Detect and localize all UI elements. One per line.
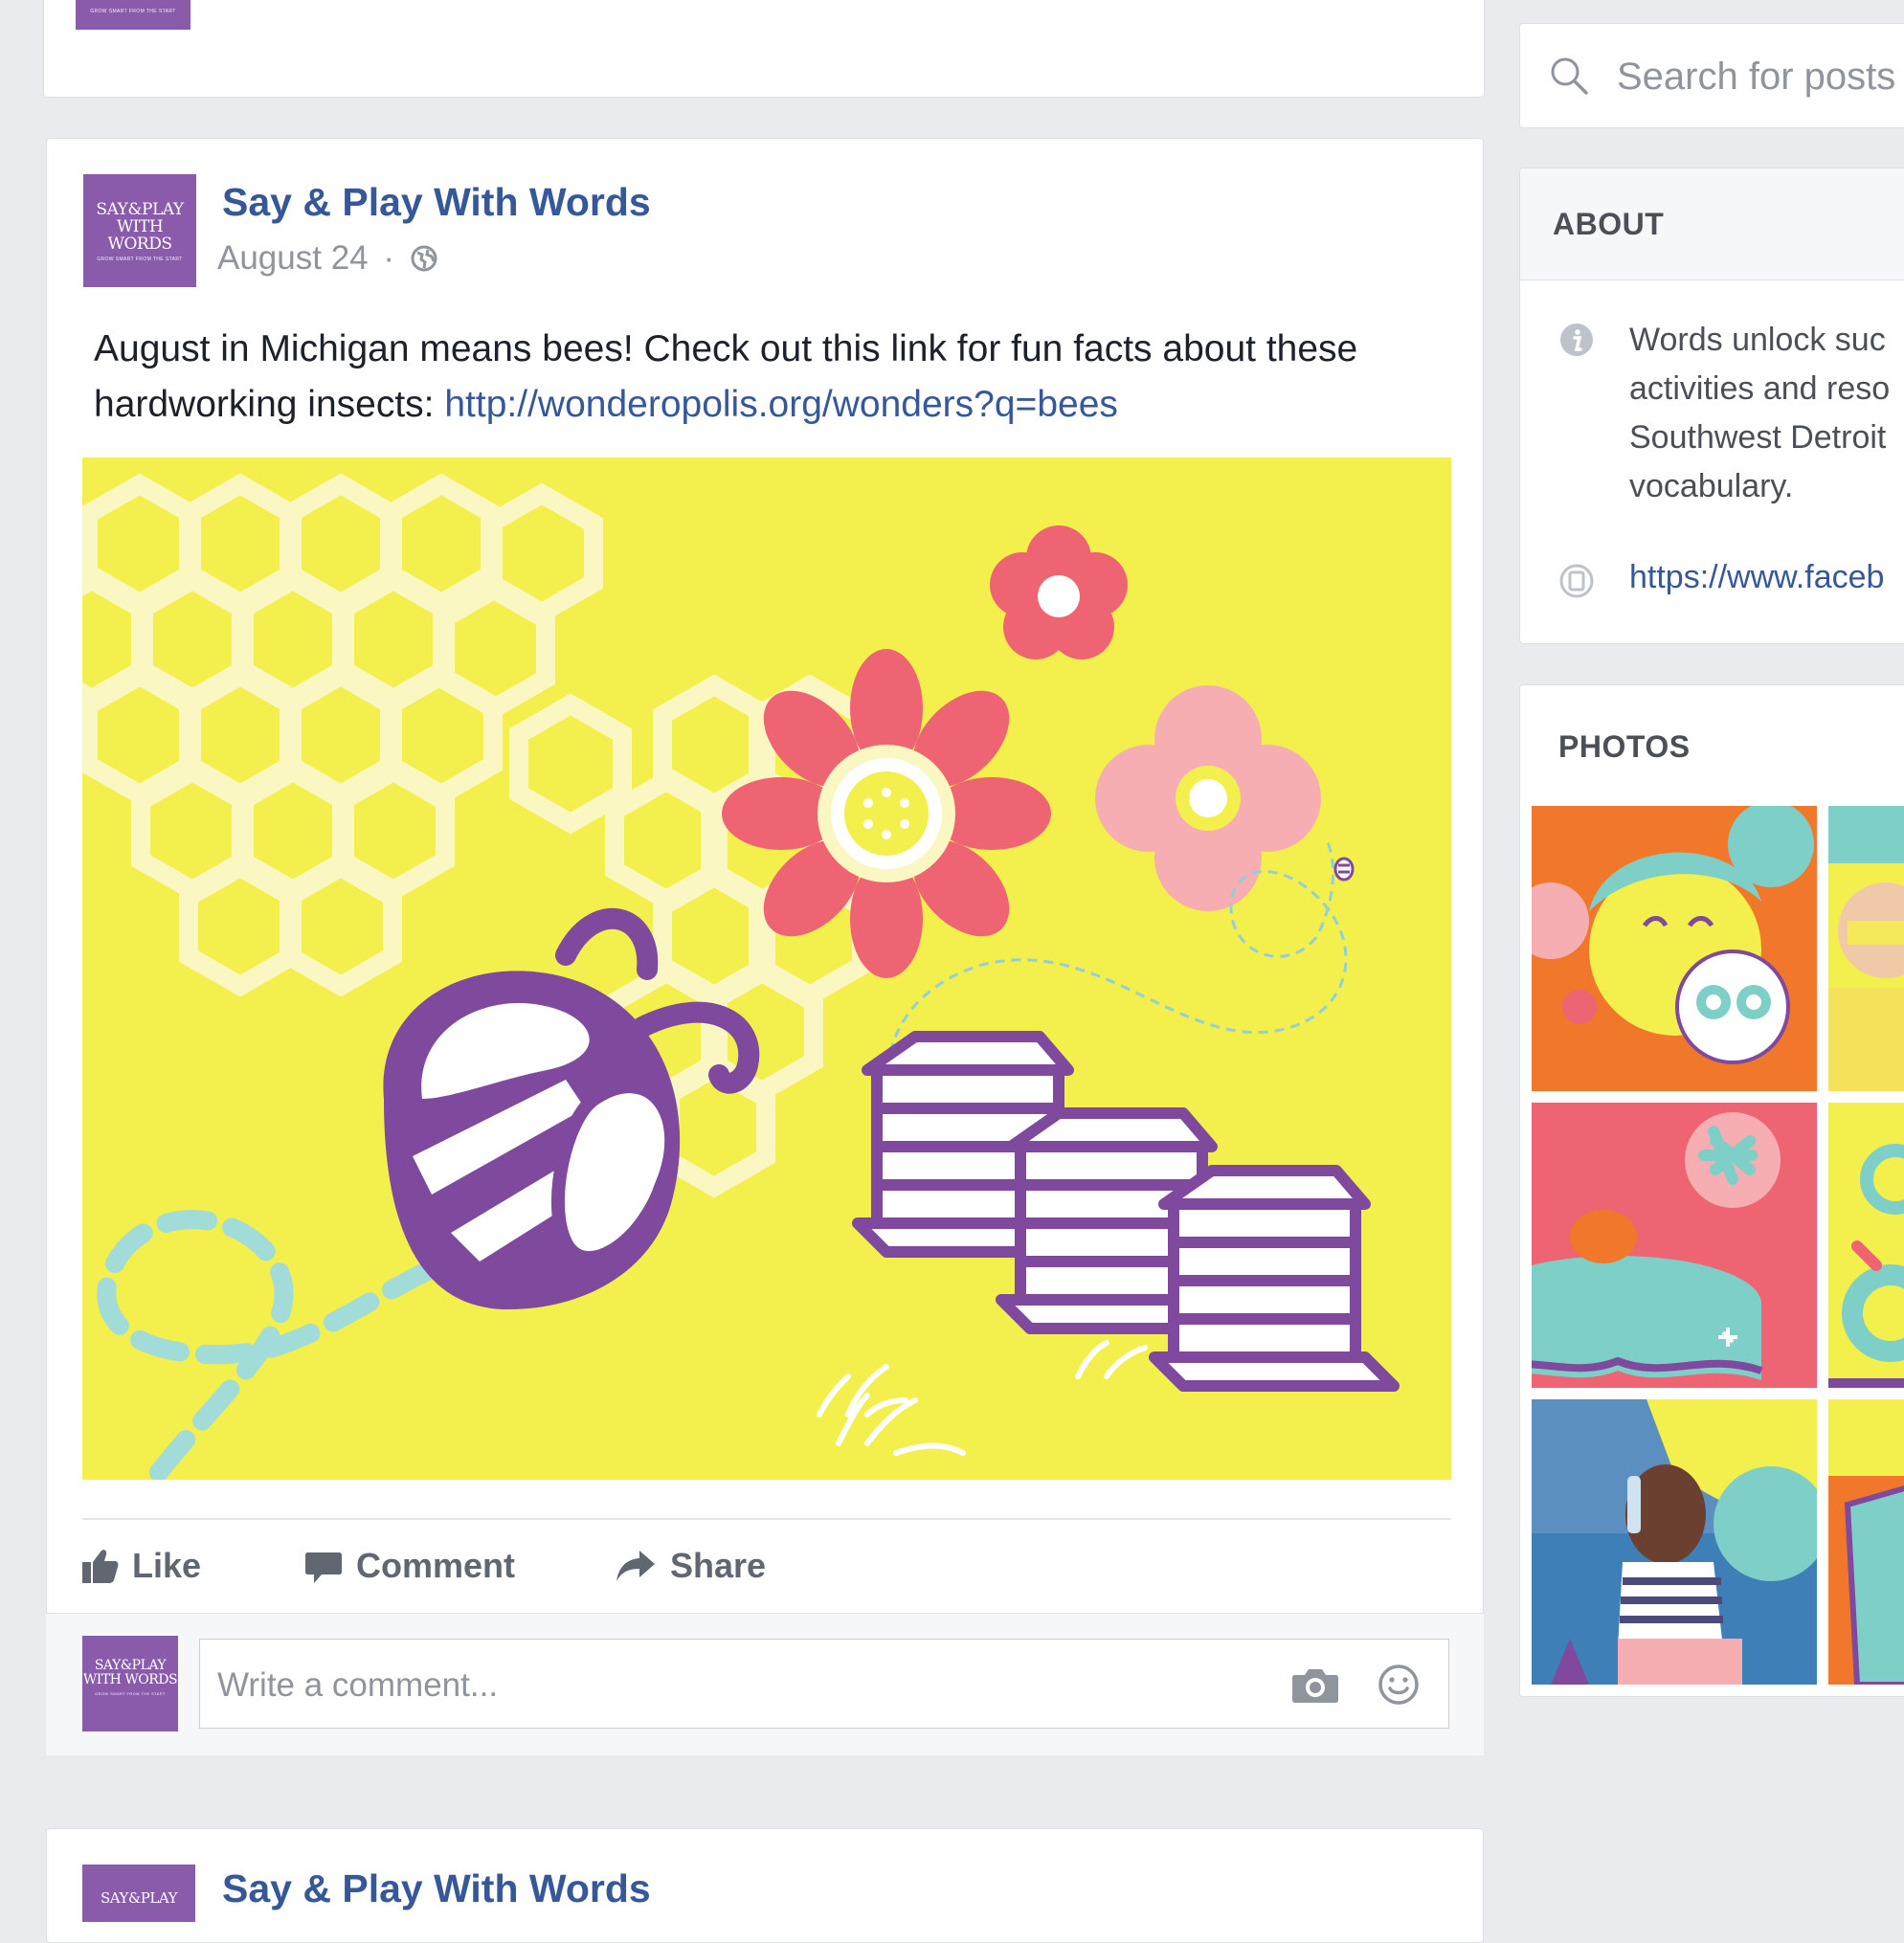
- bee-illustration: [82, 458, 1400, 1480]
- about-line: vocabulary.: [1629, 468, 1794, 504]
- like-button[interactable]: Like: [80, 1541, 201, 1591]
- photo-thumbnail[interactable]: [1532, 806, 1817, 1091]
- post-message: August in Michigan means bees! Check out…: [94, 322, 1415, 433]
- page-avatar[interactable]: SAY&PLAY: [82, 1865, 195, 1922]
- post-date[interactable]: August 24: [217, 239, 369, 277]
- grass-tufts: [817, 1340, 1148, 1456]
- flower-large-red: [722, 649, 1051, 978]
- facebook-page-icon: [1559, 564, 1594, 598]
- photo-image: [1532, 806, 1814, 1064]
- photo-thumbnail[interactable]: [1828, 806, 1904, 1091]
- photo-image: [1828, 1144, 1904, 1388]
- about-line: activities and reso: [1629, 370, 1891, 407]
- emoji-smiley-icon[interactable]: [1378, 1664, 1420, 1706]
- flower-small-red: [990, 525, 1128, 659]
- photo-thumbnail[interactable]: [1532, 1399, 1817, 1685]
- comment-button[interactable]: Comment: [304, 1541, 515, 1591]
- post-timestamp[interactable]: August 24 ·: [217, 239, 438, 278]
- thumbs-up-icon: [82, 1550, 119, 1583]
- page-name-link[interactable]: Say & Play With Words: [222, 180, 651, 225]
- camera-icon[interactable]: [1291, 1665, 1339, 1704]
- photo-thumbnail[interactable]: [1532, 1103, 1817, 1388]
- flight-path-teal: [97, 1210, 437, 1480]
- search-placeholder: Search for posts: [1617, 56, 1896, 98]
- share-button[interactable]: Share: [615, 1541, 766, 1591]
- beehives: [852, 1031, 1400, 1392]
- speech-bubble-icon: [305, 1552, 342, 1583]
- about-description: Words unlock suc activities and reso Sou…: [1629, 316, 1904, 511]
- share-arrow-icon: [616, 1551, 655, 1581]
- info-icon: [1560, 324, 1593, 356]
- search-icon: [1551, 57, 1588, 95]
- photos-title: PHOTOS: [1558, 729, 1691, 764]
- photo-thumbnail[interactable]: [1828, 1399, 1904, 1685]
- page-avatar[interactable]: GROW SMART FROM THE START: [76, 0, 190, 30]
- share-label: Share: [670, 1546, 767, 1585]
- about-title: ABOUT: [1553, 207, 1665, 241]
- previous-post-card: GROW SMART FROM THE START: [43, 0, 1485, 98]
- commenter-avatar: SAY&PLAY WITH WORDS GROW SMART FROM THE …: [82, 1636, 178, 1731]
- photo-image: [1532, 1112, 1781, 1380]
- small-bee: [1333, 857, 1355, 882]
- action-divider: [82, 1518, 1451, 1520]
- globe-icon: [411, 245, 437, 272]
- comment-placeholder: Write a comment...: [217, 1666, 499, 1704]
- post-image[interactable]: [82, 458, 1451, 1480]
- photo-image: [1828, 1399, 1904, 1685]
- photo-image: [1532, 1399, 1817, 1685]
- about-line: Words unlock suc: [1629, 322, 1886, 358]
- next-page-name-link[interactable]: Say & Play With Words: [222, 1866, 651, 1911]
- like-label: Like: [132, 1546, 202, 1585]
- photo-image: [1828, 806, 1904, 1091]
- date-separator: ·: [383, 239, 395, 277]
- about-line: Southwest Detroit: [1629, 419, 1887, 456]
- about-website-link[interactable]: https://www.faceb: [1629, 559, 1884, 596]
- page-avatar[interactable]: SAY&PLAY WITH WORDS GROW SMART FROM THE …: [83, 174, 196, 287]
- comment-input[interactable]: Write a comment...: [199, 1639, 1449, 1729]
- comment-label: Comment: [356, 1546, 516, 1585]
- photo-thumbnail[interactable]: [1828, 1103, 1904, 1388]
- post-link[interactable]: http://wonderopolis.org/wonders?q=bees: [444, 384, 1118, 425]
